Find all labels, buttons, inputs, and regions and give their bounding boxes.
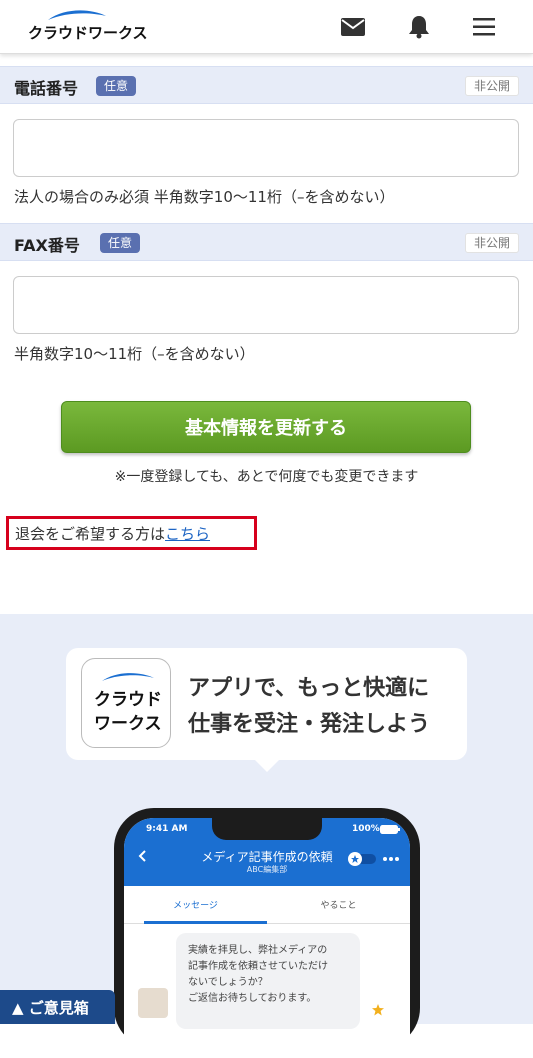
crowdworks-logo[interactable]: クラウドワークス <box>28 8 148 44</box>
status-time: 9:41 AM <box>146 824 188 834</box>
phone-notch <box>212 818 322 840</box>
top-header: クラウドワークス <box>0 0 533 54</box>
app-promo-section: クラウド ワークス アプリで、もっと快適に 仕事を受注・発注しよう 9:41 A… <box>0 614 533 1058</box>
phone-message-bubble: 実績を拝見し、弊社メディアの 記事作成を依頼させていただけ ないでしょうか？ ご… <box>176 933 360 1029</box>
private-badge: 非公開 <box>464 76 519 96</box>
fax-section-title: FAX番号 <box>14 236 80 255</box>
promo-headline-line2: 仕事を受注・発注しよう <box>188 712 431 737</box>
promo-headline-line1: アプリで、もっと快適に <box>188 676 430 701</box>
bubble-tail <box>255 760 279 772</box>
promo-speech-bubble: クラウド ワークス アプリで、もっと快適に 仕事を受注・発注しよう <box>66 648 467 760</box>
phone-tab-todo: やること <box>320 901 357 911</box>
mail-icon[interactable] <box>338 12 368 42</box>
logo-text: クラウドワークス <box>28 24 148 42</box>
phone-mockup: 9:41 AM 100% メディア記事作成の依頼 ABC編集部 メッセージ やる… <box>114 808 420 1058</box>
status-battery: 100% <box>352 824 380 834</box>
more-dots-icon <box>383 857 399 861</box>
phone-number-input[interactable] <box>13 119 519 177</box>
crowdworks-app-icon: クラウド ワークス <box>81 658 171 748</box>
message-line: ないでしょうか？ <box>188 977 268 988</box>
phone-screen: 9:41 AM 100% メディア記事作成の依頼 ABC編集部 メッセージ やる… <box>124 818 410 1058</box>
phone-hint: 法人の場合のみ必須 半角数字10〜11桁（–を含めない） <box>14 188 395 206</box>
phone-tab-message: メッセージ <box>173 901 218 911</box>
update-basic-info-button[interactable]: 基本情報を更新する <box>61 401 471 453</box>
optional-badge: 任意 <box>100 233 141 253</box>
message-line: ご返信お待ちしております。 <box>188 993 317 1004</box>
fax-number-input[interactable] <box>13 276 519 334</box>
fax-hint: 半角数字10〜11桁（–を含めない） <box>14 345 255 363</box>
withdraw-notice: 退会をご希望する方はこちら <box>6 516 257 550</box>
withdraw-link[interactable]: こちら <box>165 525 210 543</box>
fax-section-header: FAX番号 任意 非公開 <box>0 223 533 261</box>
phone-section-header: 電話番号 任意 非公開 <box>0 66 533 104</box>
app-icon-text-line1: クラウド <box>94 690 162 710</box>
menu-icon[interactable] <box>469 12 499 42</box>
avatar <box>138 988 168 1018</box>
battery-icon <box>380 825 400 834</box>
bell-icon[interactable] <box>404 12 434 42</box>
phone-section-title: 電話番号 <box>14 79 79 98</box>
optional-badge: 任意 <box>96 76 137 96</box>
feedback-box-button[interactable]: ▲ ご意見箱 <box>0 990 115 1024</box>
phone-app-bar: 9:41 AM 100% メディア記事作成の依頼 ABC編集部 <box>124 818 410 886</box>
phone-tabs: メッセージ やること <box>124 886 410 924</box>
logo-swoosh-icon <box>102 673 154 681</box>
message-line: 実績を拝見し、弊社メディアの <box>188 945 328 956</box>
star-toggle-icon <box>348 852 376 866</box>
active-tab-indicator <box>144 921 267 924</box>
app-icon-text-line2: ワークス <box>94 714 162 734</box>
message-line: 記事作成を依頼させていただけ <box>188 961 328 972</box>
withdraw-text: 退会をご希望する方は <box>15 525 166 543</box>
logo-swoosh-icon <box>48 10 106 20</box>
update-note: ※一度登録しても、あとで何度でも変更できます <box>114 469 419 485</box>
star-icon <box>372 1004 384 1016</box>
private-badge: 非公開 <box>464 233 519 253</box>
